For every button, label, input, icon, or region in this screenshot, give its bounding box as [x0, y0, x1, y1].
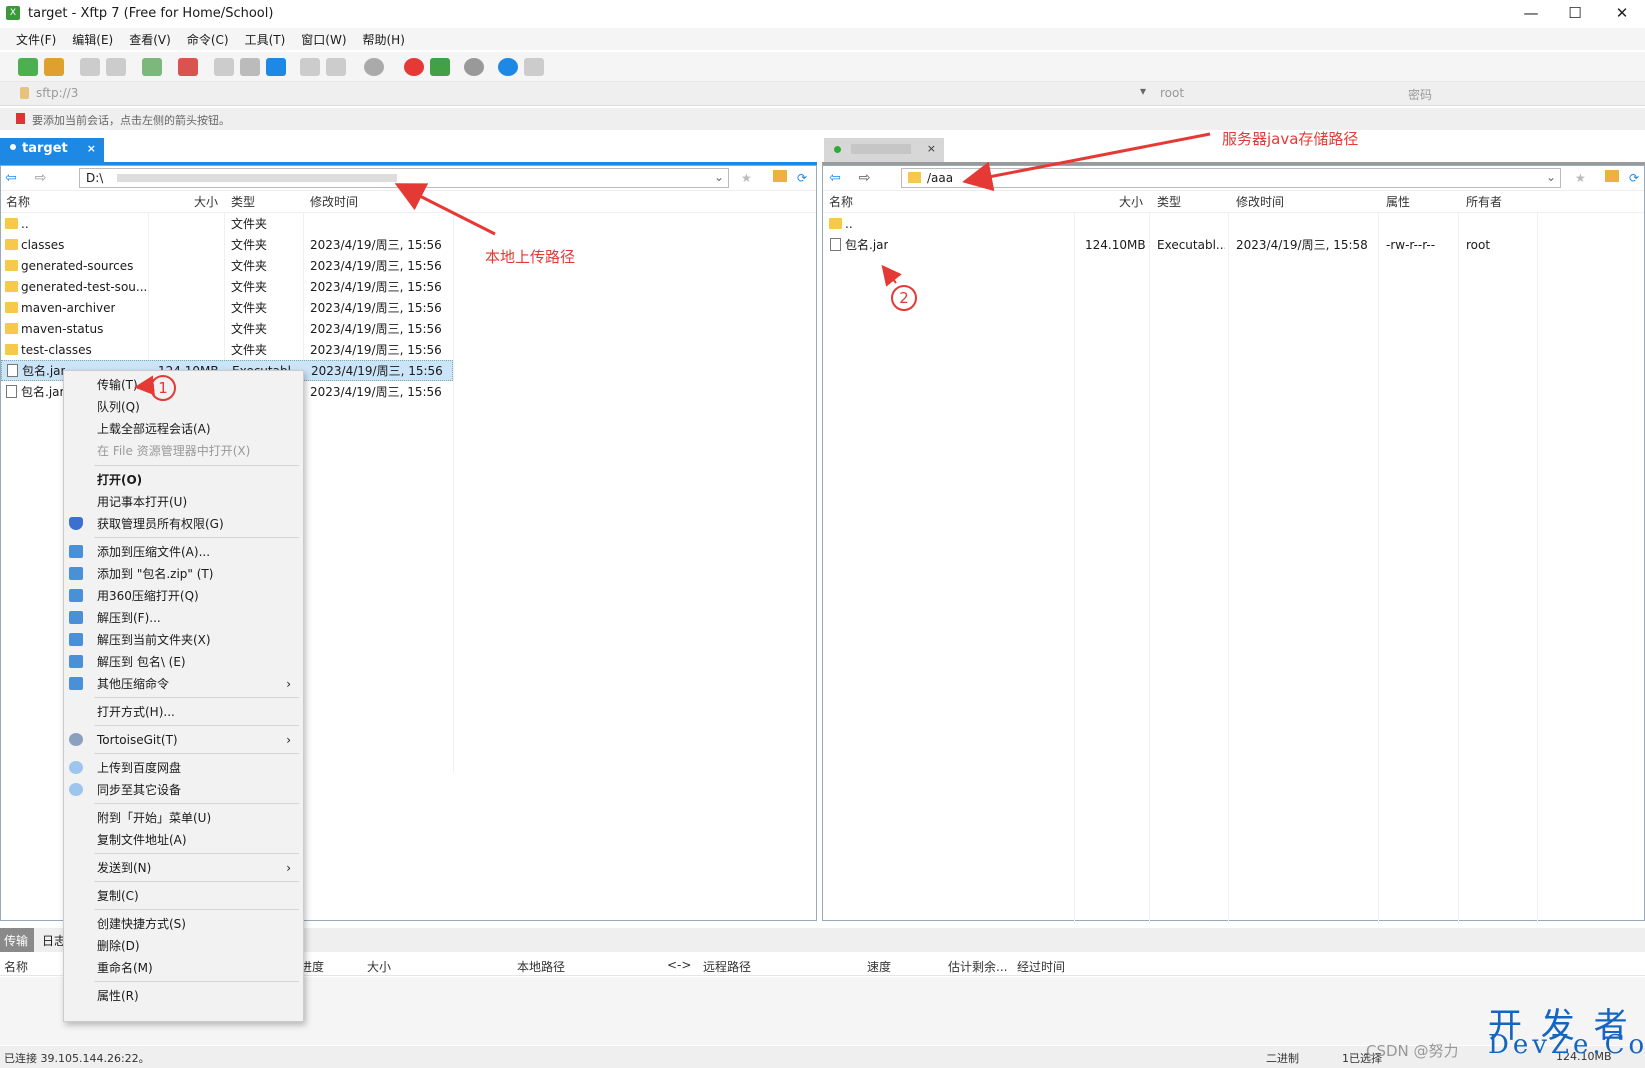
annotation-overlay	[134, 132, 1211, 396]
local-path-arrow	[394, 183, 496, 236]
annotation-server-path: 服务器java存储路径	[1222, 130, 1359, 148]
step2-badge: 2	[891, 285, 917, 311]
step1-badge: 1	[150, 375, 176, 401]
annotation-local-path: 本地上传路径	[485, 248, 576, 266]
step2-arrow	[881, 264, 902, 287]
watermark-brand-en: DevZe.CoM	[1488, 1030, 1645, 1060]
step1-arrow	[134, 375, 155, 396]
watermark-csdn: CSDN @努力	[1366, 1042, 1459, 1060]
server-path-arrow	[962, 132, 1211, 192]
